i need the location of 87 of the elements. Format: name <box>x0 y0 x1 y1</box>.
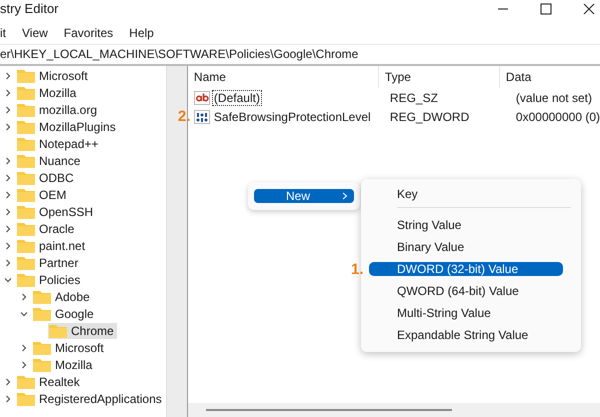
folder-icon <box>17 204 35 218</box>
chevron-right-icon[interactable] <box>4 208 12 216</box>
menu-item[interactable]: Help <box>129 26 154 40</box>
folder-icon <box>17 68 35 82</box>
folder-icon <box>17 392 35 406</box>
tree-item[interactable]: Adobe <box>32 288 93 304</box>
step-number: 2. <box>178 108 190 125</box>
tree-item[interactable]: Mozilla <box>32 356 96 372</box>
window-title: stry Editor <box>0 1 59 16</box>
scrollbar[interactable] <box>188 403 600 417</box>
chevron-right-icon[interactable] <box>4 72 12 80</box>
menu-item[interactable]: Multi-String Value <box>369 306 563 320</box>
value-data: (value not set) <box>514 90 593 104</box>
folder-icon <box>17 170 35 184</box>
value-data: 0x00000000 (0) <box>514 110 600 124</box>
step-number: 1. <box>351 260 364 278</box>
folder-icon <box>49 324 67 338</box>
value-type: REG_SZ <box>388 90 439 104</box>
folder-icon <box>17 374 35 388</box>
menu-item[interactable]: DWORD (32-bit) Value <box>369 262 563 276</box>
tree-item[interactable]: Nuance <box>16 152 84 168</box>
tree-item[interactable]: Microsoft <box>32 340 107 356</box>
folder-icon <box>17 272 35 286</box>
chevron-right-icon[interactable] <box>4 258 12 266</box>
column-header[interactable]: Data <box>500 66 600 88</box>
tree-item[interactable]: Policies <box>16 272 84 288</box>
chevron-down-icon[interactable] <box>20 310 28 318</box>
folder-icon <box>33 290 51 304</box>
tree-item[interactable]: Notepad++ <box>16 136 102 152</box>
folder-icon <box>17 256 35 270</box>
chevron-right-icon[interactable] <box>4 224 12 232</box>
menu-item[interactable]: String Value <box>369 218 563 232</box>
tree-item[interactable]: Partner <box>16 254 82 270</box>
tree-item[interactable]: RegisteredApplications <box>16 390 165 406</box>
tree-item[interactable]: Mozilla <box>16 84 80 100</box>
chevron-right-icon[interactable] <box>4 88 12 96</box>
folder-icon <box>17 222 35 236</box>
menu-item[interactable]: Favorites <box>64 26 114 40</box>
chevron-right-icon[interactable] <box>4 242 12 250</box>
tree-item[interactable]: Google <box>32 306 97 322</box>
chevron-right-icon[interactable] <box>4 378 12 386</box>
chevron-down-icon[interactable] <box>4 276 12 284</box>
value-type: REG_DWORD <box>388 110 470 124</box>
value-name[interactable]: SafeBrowsingProtectionLevel <box>212 108 373 124</box>
tree-item[interactable]: Oracle <box>16 220 78 236</box>
menu-item[interactable]: Binary Value <box>369 240 563 254</box>
menu-item[interactable]: New <box>254 189 354 203</box>
menu-item[interactable]: View <box>22 26 48 40</box>
tree-item[interactable]: paint.net <box>16 238 88 254</box>
chevron-right-icon[interactable] <box>4 190 12 198</box>
menu-item[interactable]: Expandable String Value <box>369 328 563 342</box>
tree-item[interactable]: MozillaPlugins <box>16 118 119 134</box>
menu-item[interactable]: Key <box>369 187 563 201</box>
folder-icon <box>33 358 51 372</box>
chevron-right-icon[interactable] <box>4 122 12 130</box>
folder-icon <box>17 154 35 168</box>
folder-icon <box>17 188 35 202</box>
folder-icon <box>17 136 35 150</box>
column-header[interactable]: Name <box>188 66 379 88</box>
tree-item[interactable]: OEM <box>16 186 70 202</box>
chevron-right-icon[interactable] <box>20 360 28 368</box>
value-name[interactable]: (Default) <box>212 90 262 106</box>
tree-item[interactable]: mozilla.org <box>16 102 100 118</box>
address-bar[interactable]: er\HKEY_LOCAL_MACHINE\SOFTWARE\Policies\Google\Chrome <box>0 44 600 66</box>
chevron-right-icon[interactable] <box>4 394 12 402</box>
chevron-right-icon[interactable] <box>4 106 12 114</box>
folder-icon <box>17 102 35 116</box>
tree-item[interactable]: OpenSSH <box>16 204 96 220</box>
folder-icon <box>33 306 51 320</box>
chevron-right-icon[interactable] <box>20 292 28 300</box>
folder-icon <box>17 238 35 252</box>
tree-item[interactable]: Chrome <box>48 322 117 338</box>
tree-item[interactable]: Microsoft <box>16 68 91 84</box>
tree-item[interactable]: Realtek <box>16 374 83 390</box>
chevron-right-icon[interactable] <box>20 344 28 352</box>
chevron-right-icon <box>342 192 348 200</box>
close-icon[interactable] <box>583 3 595 15</box>
menu-item[interactable]: it <box>0 26 6 40</box>
folder-icon <box>17 120 35 134</box>
maximize-icon[interactable] <box>540 3 552 15</box>
chevron-right-icon[interactable] <box>4 156 12 164</box>
folder-icon <box>33 340 51 354</box>
tree-item[interactable]: ODBC <box>16 170 77 186</box>
folder-icon <box>17 86 35 100</box>
chevron-right-icon[interactable] <box>4 174 12 182</box>
column-header[interactable]: Type <box>378 66 500 88</box>
menu-item[interactable]: QWORD (64-bit) Value <box>369 284 563 298</box>
